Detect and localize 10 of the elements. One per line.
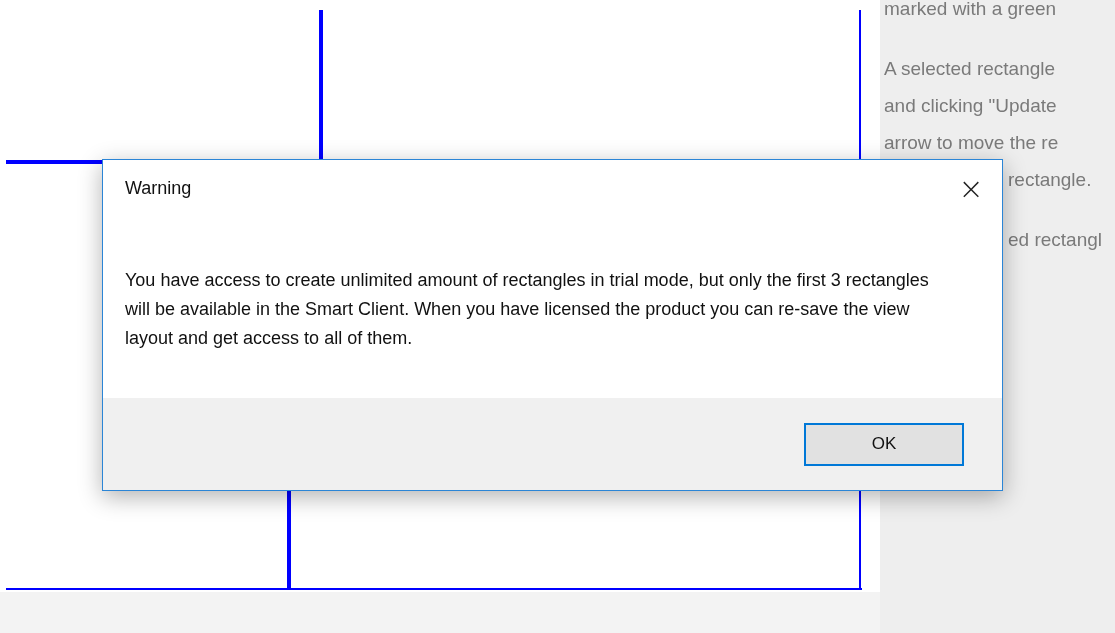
help-text: rectangle. (1008, 168, 1092, 192)
help-text: A selected rectangle (884, 57, 1056, 81)
help-text: marked with a green (884, 0, 1057, 21)
help-text: and clicking "Update (884, 94, 1057, 118)
warning-message: You have access to create unlimited amount of rectangles in trial mode, but only the first 3 rectangles will be available in the Smart Client. When you have licensed the product you can re-save the view layout and get access to all of them. (125, 269, 930, 350)
help-text: ed rectangl (1008, 228, 1102, 252)
help-text: arrow to move the re (884, 131, 1059, 155)
close-button[interactable]: × (948, 168, 994, 208)
dialog-title: Warning (125, 177, 192, 199)
ok-button[interactable]: OK (804, 422, 964, 466)
